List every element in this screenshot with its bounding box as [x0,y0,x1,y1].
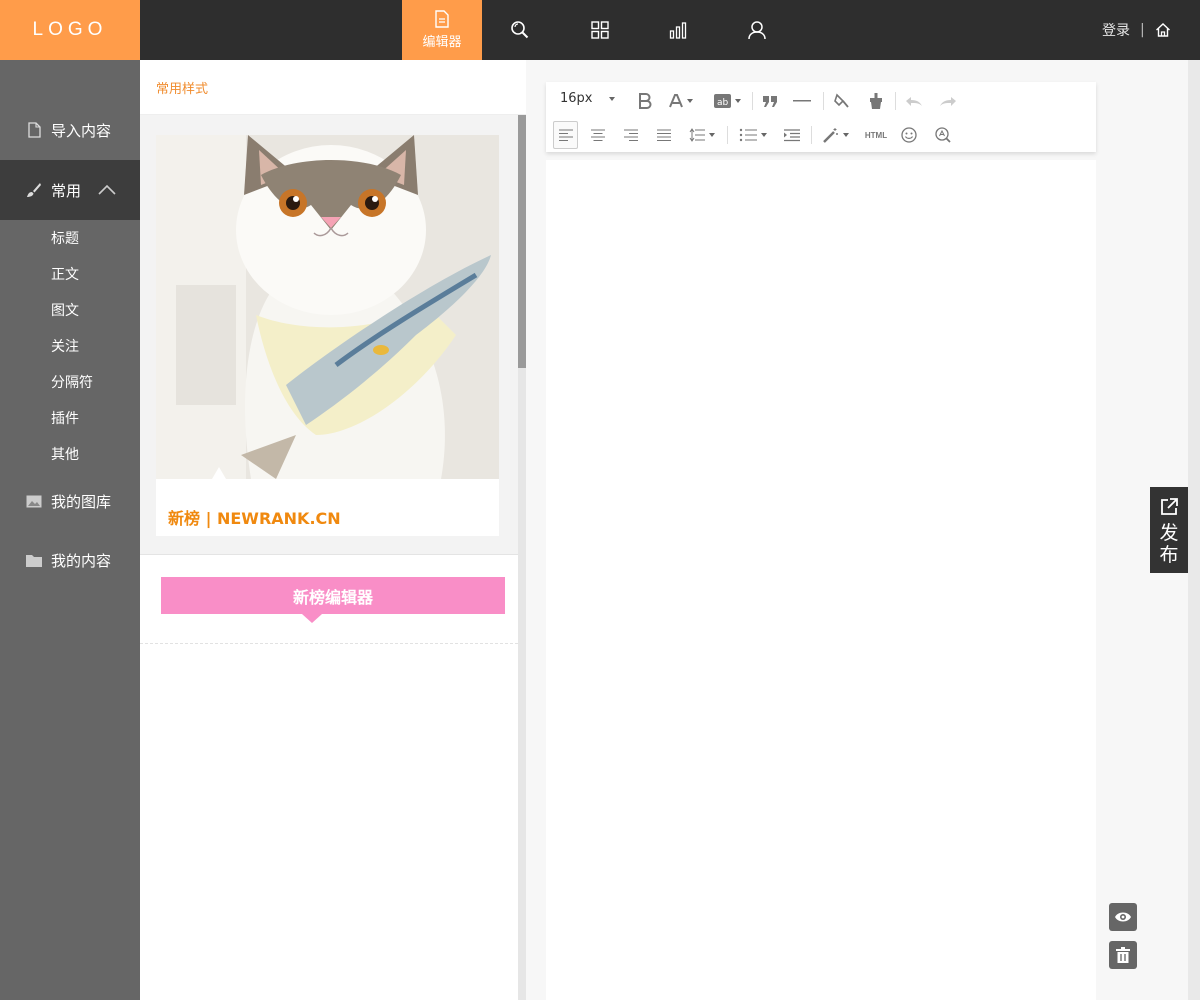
toolbar-divider [811,126,812,144]
align-justify-icon[interactable] [654,125,674,145]
publish-label: 发布 [1159,522,1179,566]
emoji-icon[interactable] [899,125,919,145]
caret-down-icon [761,133,767,137]
delete-button[interactable] [1109,941,1137,969]
nav-templates[interactable] [560,0,640,60]
sidebar-item-my-content[interactable]: 我的内容 [0,530,140,590]
external-link-icon [1161,498,1178,515]
trash-icon [1116,947,1130,963]
nav-search[interactable] [480,0,560,60]
toolbar-divider [895,92,896,110]
caret-down-icon [734,99,741,103]
nav-account[interactable] [717,0,797,60]
sidebar-item-gallery[interactable]: 我的图库 [0,471,140,531]
toolbar-divider [823,92,824,110]
nav-editor-label: 编辑器 [422,35,462,50]
sidebar-sub-body[interactable]: 正文 [51,264,79,284]
folder-icon [26,552,42,568]
publish-button[interactable]: 发布 [1150,487,1188,573]
sidebar: 导入内容 常用 标题 正文 图文 关注 分隔符 插件 其他 我的图库 我的内容 [0,60,140,1000]
nav-stats[interactable] [638,0,718,60]
sidebar-sub-title[interactable]: 标题 [51,228,79,248]
login-separator: | [1140,22,1145,38]
sidebar-item-label: 常用 [51,181,82,200]
list-icon[interactable] [736,125,770,145]
bar-chart-icon [669,22,687,39]
sidebar-item-label: 导入内容 [51,121,112,140]
panel-scrollbar[interactable] [518,115,526,1000]
html-source-button[interactable]: HTML [861,125,891,145]
scrollbar-thumb[interactable] [518,115,526,368]
svg-text:ab: ab [717,98,729,108]
sidebar-item-label: 我的图库 [51,492,112,511]
sidebar-sub-other[interactable]: 其他 [51,444,79,464]
sidebar-sub-plugin[interactable]: 插件 [51,408,79,428]
sidebar-sub-follow[interactable]: 关注 [51,336,79,356]
login-link[interactable]: 登录 [1102,20,1130,40]
style-card-image[interactable]: 新榜 | NEWRANK.CN [140,115,518,555]
caret-down-icon [687,99,693,103]
eye-icon [1115,912,1131,922]
logo[interactable]: LOGO [0,0,140,60]
cat-photo [156,135,499,479]
style-panel: 常用样式 新榜 | NEWRANK.CN 新榜编辑器 [140,60,526,1000]
image-icon [26,493,42,509]
font-color-icon[interactable] [666,91,696,111]
align-right-icon[interactable] [621,125,641,145]
search-icon [511,21,529,39]
sidebar-item-common[interactable]: 常用 [0,160,140,220]
pink-title-arrow [302,614,322,623]
editor-canvas[interactable] [546,160,1096,1000]
user-icon [748,21,766,40]
redo-icon[interactable] [938,91,958,111]
horizontal-rule-icon[interactable] [792,91,812,111]
file-icon [26,122,42,138]
grid-icon [591,21,609,39]
pink-title-bar: 新榜编辑器 [161,577,505,614]
undo-icon[interactable] [904,91,924,111]
editor-toolbar: 16px ab HTML [546,82,1096,152]
caret-down-icon [608,96,615,101]
home-icon[interactable] [1155,22,1171,38]
top-bar: LOGO 编辑器 登录 | [0,0,1200,60]
sidebar-item-import[interactable]: 导入内容 [0,100,140,160]
sidebar-item-label: 我的内容 [51,551,112,570]
brush-icon [26,182,42,198]
font-size-select[interactable]: 16px [560,91,615,106]
align-left-icon[interactable] [553,121,578,149]
search-replace-icon[interactable] [933,125,953,145]
chevron-up-icon[interactable] [98,184,116,195]
blockquote-icon[interactable] [761,91,779,111]
indent-icon[interactable] [782,125,802,145]
document-icon [435,10,449,28]
login-area: 登录 | [1102,0,1171,60]
bold-icon[interactable] [636,91,654,111]
panel-heading: 常用样式 [140,60,526,115]
caret-down-icon [843,133,849,137]
font-size-value: 16px [560,91,593,106]
style-list: 新榜 | NEWRANK.CN 新榜编辑器 [140,115,518,1000]
line-height-icon[interactable] [686,125,718,145]
caret-down-icon [709,133,715,137]
align-center-icon[interactable] [588,125,608,145]
style-card-title[interactable]: 新榜编辑器 [140,555,518,644]
caption-notch [212,467,226,479]
toolbar-divider [727,126,728,144]
clear-format-icon[interactable] [866,91,886,111]
sidebar-sub-divider[interactable]: 分隔符 [51,372,93,392]
toolbar-row-2: HTML [546,118,1096,152]
sidebar-sub-image-text[interactable]: 图文 [51,300,79,320]
card-caption: 新榜 | NEWRANK.CN [168,509,341,528]
toolbar-row-1: 16px ab [546,84,1096,118]
caption-box: 新榜 | NEWRANK.CN [156,467,499,536]
toolbar-divider [752,92,753,110]
background-color-icon[interactable]: ab [710,91,744,111]
nav-editor[interactable]: 编辑器 [402,0,482,60]
right-strip [1188,60,1200,1000]
magic-wand-icon[interactable] [819,125,853,145]
preview-button[interactable] [1109,903,1137,931]
format-painter-icon[interactable] [832,91,852,111]
